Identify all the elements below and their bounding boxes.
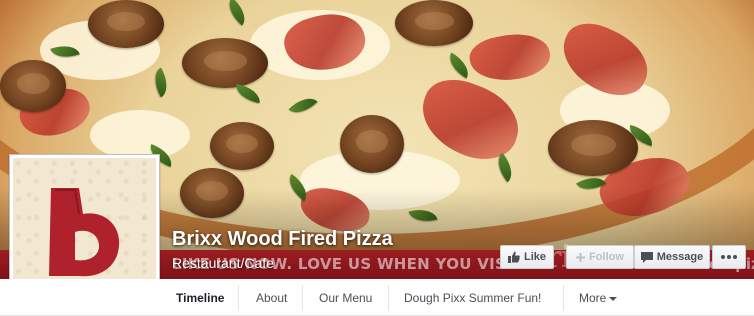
- message-button[interactable]: Message: [634, 245, 710, 269]
- nav-separator: [388, 285, 389, 311]
- nav-separator: [563, 285, 564, 311]
- sausage-slice: [210, 122, 274, 170]
- nav-separator: [238, 285, 239, 311]
- brixx-logo-icon: [49, 188, 120, 277]
- nav-tab-our-menu[interactable]: Our Menu: [319, 291, 372, 305]
- sausage-slice: [395, 0, 473, 46]
- nav-tab-more[interactable]: More: [579, 291, 618, 305]
- page-name[interactable]: Brixx Wood Fired Pizza: [172, 228, 393, 251]
- caret-down-icon: [609, 296, 618, 301]
- sausage-slice: [88, 0, 164, 48]
- page-nav-bar: Timeline About Our Menu Dough Pixx Summe…: [0, 279, 754, 316]
- like-button-label: Like: [523, 251, 546, 263]
- nav-tab-about[interactable]: About: [256, 291, 287, 305]
- message-button-label: Message: [656, 251, 704, 263]
- page-category[interactable]: Restaurant/Cafe: [172, 255, 274, 271]
- message-bubble-icon: [640, 251, 653, 263]
- basil-leaf: [148, 67, 174, 98]
- more-dots-icon: [721, 255, 737, 259]
- basil-leaf: [222, 0, 252, 26]
- sausage-slice: [340, 115, 404, 173]
- sausage-slice: [182, 38, 268, 88]
- prosciutto: [466, 28, 554, 87]
- plus-icon: [576, 252, 586, 262]
- thumbs-up-icon: [507, 251, 520, 263]
- sausage-slice: [0, 60, 66, 112]
- follow-button[interactable]: Follow: [566, 245, 634, 269]
- prosciutto: [411, 70, 529, 170]
- basil-leaf: [288, 91, 318, 120]
- nav-separator: [302, 285, 303, 311]
- nav-tab-more-label: More: [579, 291, 607, 305]
- cheese: [90, 110, 190, 160]
- like-button[interactable]: Like: [500, 245, 554, 269]
- follow-button-label: Follow: [589, 251, 624, 263]
- nav-tab-timeline[interactable]: Timeline: [176, 291, 224, 305]
- more-options-button[interactable]: [712, 245, 746, 269]
- sausage-slice: [548, 120, 638, 176]
- nav-tab-dough-pixx[interactable]: Dough Pixx Summer Fun!: [404, 291, 541, 305]
- basil-leaf: [233, 83, 263, 104]
